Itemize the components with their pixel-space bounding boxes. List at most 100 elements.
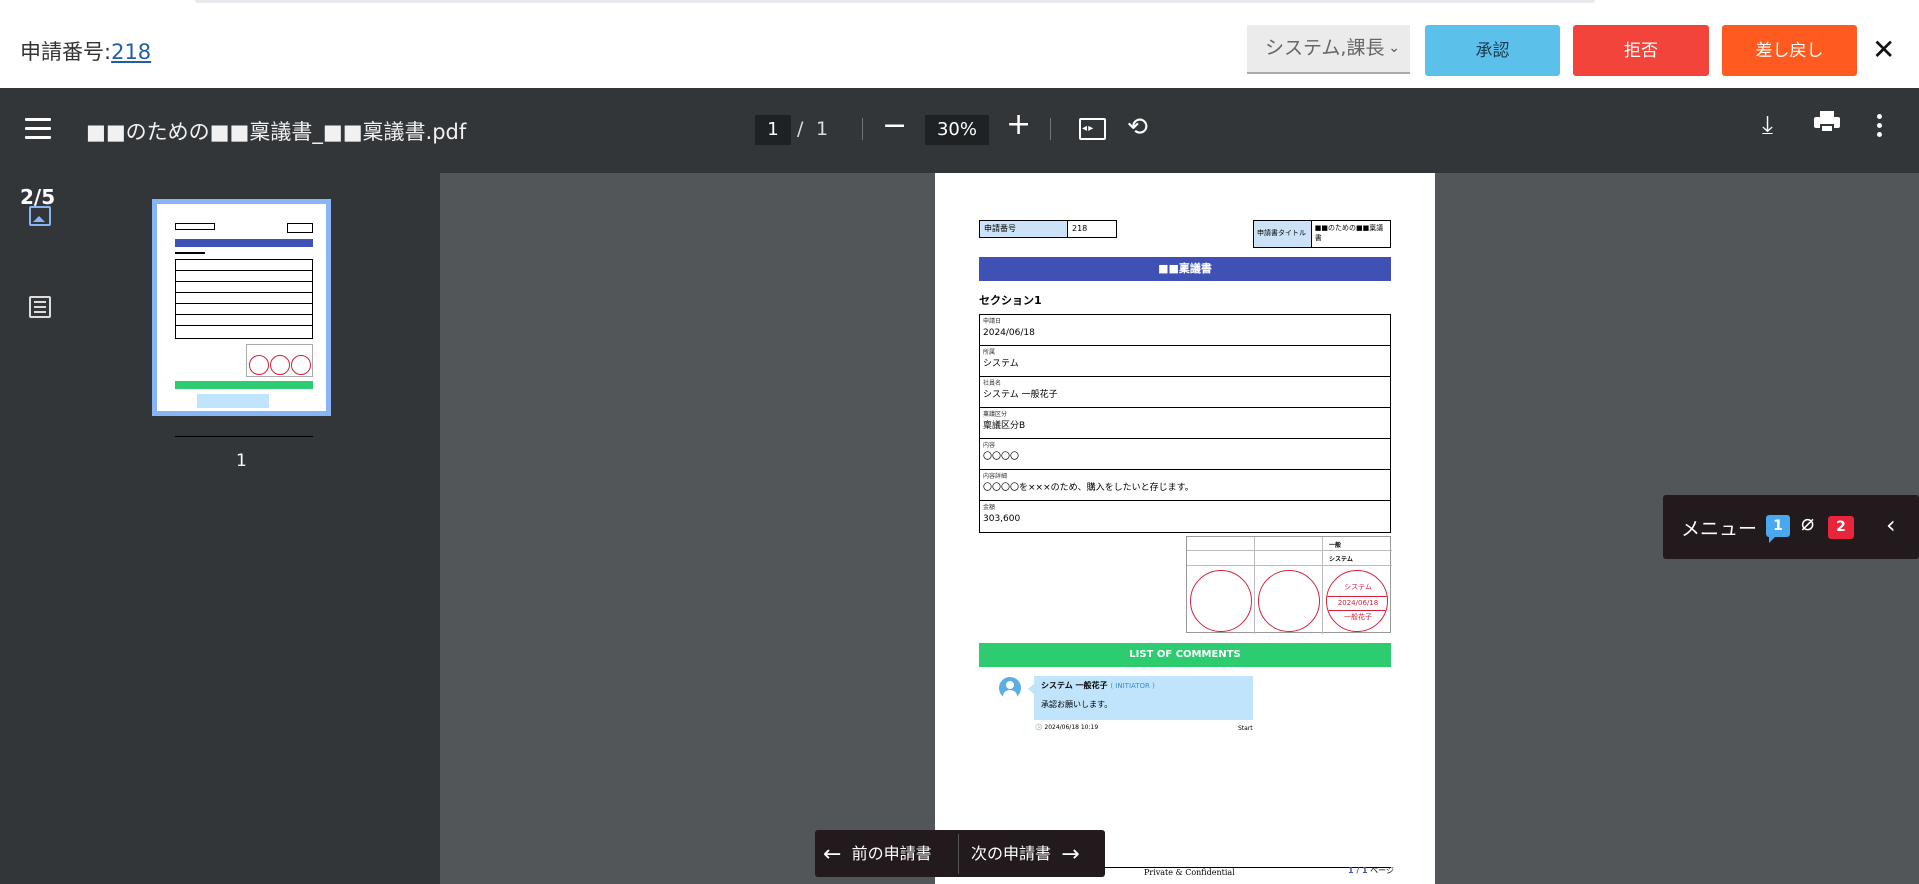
document-banner: ■■稟議書 [979, 257, 1391, 281]
field-label: 内容詳細 [983, 473, 1008, 480]
form-field: 稟議区分 稟議区分B [980, 408, 1390, 439]
comment-step: Start [1238, 725, 1253, 732]
thumbnail-view-icon[interactable] [29, 206, 51, 226]
meta-value: ■■のための■■稟議書 [1314, 224, 1384, 242]
field-label: 社員名 [983, 380, 1002, 387]
stamp-row-line [1187, 565, 1392, 566]
next-application-label: 次の申請書 [971, 844, 1052, 863]
pdf-toolbar: ■■のための■■稟議書_■■稟議書.pdf 1 / 1 − 30% + ⟲ ⤓ [0, 88, 1919, 173]
floating-menu[interactable]: メニュー 1 ⌀ 2 ‹ [1663, 495, 1919, 559]
empty-stamp-circle [1258, 570, 1320, 632]
approval-stamp-grid: 一般 システム システム 2024/06/18 一般花子 [1186, 536, 1392, 634]
comment-timestamp: 🕓 2024/06/18 10:19 [1035, 724, 1099, 731]
approver-select-value: システム,課長 [1265, 37, 1385, 59]
approver-select[interactable]: システム,課長 ⌄ [1247, 25, 1410, 74]
application-number-cell: 申請番号 218 [979, 220, 1117, 238]
chevron-left-icon[interactable]: ‹ [1886, 511, 1896, 539]
stamp-header: システム [1329, 556, 1353, 563]
form-field: 金額 303,600 [980, 501, 1390, 532]
more-options-icon[interactable] [1877, 114, 1883, 141]
page-total: 1 [816, 118, 829, 140]
reject-button[interactable]: 拒否 [1573, 25, 1709, 76]
field-value: 〇〇〇〇 [983, 452, 1020, 462]
previous-application-button[interactable]: ← 前の申請書 [823, 830, 932, 877]
download-icon[interactable]: ⤓ [1762, 110, 1773, 140]
application-number: 申請番号:218 [20, 36, 151, 66]
meta-label: 申請書タイトル [1254, 221, 1312, 247]
approval-seal: システム 2024/06/18 一般花子 [1326, 570, 1388, 632]
pdf-page: 申請番号 218 申請書タイトル ■■のための■■稟議書 ■■稟議書 セクション… [935, 173, 1435, 884]
field-label: 金額 [983, 504, 996, 511]
arrow-right-icon: → [1061, 842, 1080, 867]
form-field: 申請日 2024/06/18 [980, 315, 1390, 346]
scrollbar-hint [195, 0, 1595, 3]
form-field: 所属 システム [980, 346, 1390, 377]
stamp-row-line [1187, 550, 1392, 551]
field-value: システム 一般花子 [983, 390, 1058, 400]
form-field: 社員名 システム 一般花子 [980, 377, 1390, 408]
field-value: 稟議区分B [983, 421, 1026, 431]
form-fields: 申請日 2024/06/18 所属 システム 社員名 システム 一般花子 稟議区… [979, 314, 1391, 533]
thumbnail-sidebar: 2/5 1 [0, 173, 440, 884]
form-field: 内容 〇〇〇〇 [980, 439, 1390, 470]
page-thumbnail[interactable] [152, 199, 331, 437]
field-label: 所属 [983, 349, 996, 356]
menu-icon[interactable] [25, 118, 51, 139]
previous-application-label: 前の申請書 [851, 844, 932, 863]
seal-department: システム [1344, 583, 1372, 591]
empty-stamp-circle [1190, 570, 1252, 632]
toolbar-divider [1050, 118, 1051, 140]
application-number-link[interactable]: 218 [111, 40, 151, 64]
seal-name: 一般花子 [1344, 613, 1372, 621]
comment-author: システム 一般花子 [1041, 681, 1108, 690]
field-label: 申請日 [983, 318, 1002, 325]
attachment-icon[interactable]: ⌀ [1801, 511, 1814, 536]
outline-view-icon[interactable] [29, 296, 51, 318]
thumbnail-page-number: 1 [236, 451, 247, 471]
print-icon[interactable] [1814, 111, 1840, 133]
application-title-cell: 申請書タイトル ■■のための■■稟議書 [1253, 220, 1391, 248]
stamp-header: 一般 [1329, 542, 1342, 549]
field-value: 2024/06/18 [983, 328, 1035, 338]
application-navigation: ← 前の申請書 次の申請書 → [815, 830, 1105, 877]
close-icon[interactable]: ✕ [1872, 33, 1895, 66]
field-value: システム [983, 359, 1019, 369]
rotate-icon[interactable]: ⟲ [1127, 112, 1148, 141]
zoom-out-icon[interactable]: − [882, 108, 907, 143]
fit-page-icon[interactable] [1079, 118, 1106, 140]
field-value: 〇〇〇〇を×××のため、購入をしたいと存じます。 [983, 483, 1194, 493]
zoom-level-input[interactable]: 30% [925, 115, 989, 145]
avatar [999, 677, 1021, 699]
menu-label[interactable]: メニュー [1681, 514, 1757, 541]
footer-text: Private & Confidential [1144, 868, 1235, 877]
comment-message: 承認お願いします。 [1041, 700, 1113, 709]
field-value: 303,600 [983, 514, 1021, 524]
comment-role: ( INITIATOR ) [1110, 682, 1155, 690]
zoom-in-icon[interactable]: + [1006, 107, 1031, 142]
attachment-count-badge: 2 [1828, 516, 1854, 539]
app-header: 申請番号:218 システム,課長 ⌄ 承認 拒否 差し戻し ✕ [0, 0, 1919, 88]
page-number-input[interactable]: 1 [755, 115, 791, 145]
footer-page-number: 1 / 1 ページ [1348, 865, 1394, 876]
form-field: 内容詳細 〇〇〇〇を×××のため、購入をしたいと存じます。 [980, 470, 1390, 501]
application-number-label: 申請番号: [20, 40, 112, 64]
comment-count-icon[interactable]: 1 [1766, 515, 1790, 543]
meta-value: 218 [1072, 224, 1088, 233]
arrow-left-icon: ← [823, 842, 842, 867]
comment-bubble: システム 一般花子 ( INITIATOR ) 承認お願いします。 [1028, 676, 1253, 720]
meta-label: 申請番号 [980, 221, 1068, 237]
seal-date: 2024/06/18 [1327, 596, 1387, 611]
return-button[interactable]: 差し戻し [1722, 25, 1857, 76]
toolbar-divider [862, 118, 863, 140]
nav-divider [958, 834, 959, 874]
field-label: 稟議区分 [983, 411, 1008, 418]
approve-button[interactable]: 承認 [1425, 25, 1560, 76]
next-application-button[interactable]: 次の申請書 → [971, 830, 1080, 877]
page-separator: / [797, 118, 804, 140]
footer-page-suffix: ページ [1367, 866, 1395, 875]
section-heading: セクション1 [979, 294, 1042, 307]
chevron-down-icon: ⌄ [1388, 40, 1400, 56]
footer-page-count: 1 / 1 [1348, 866, 1368, 875]
field-label: 内容 [983, 442, 996, 449]
comments-banner: LIST OF COMMENTS [979, 643, 1391, 667]
